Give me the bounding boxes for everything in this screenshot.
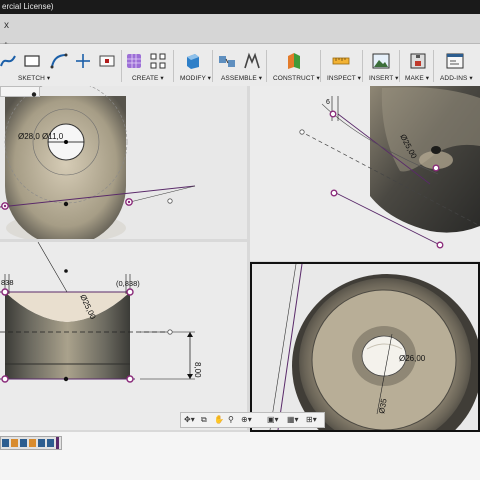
make-3dprint-icon[interactable] [409,52,427,70]
close-tab-icon[interactable]: x [4,20,9,31]
title-bar: ercial License) [0,0,480,14]
sketch-point[interactable] [1,375,9,383]
sketch-point[interactable] [1,288,9,296]
insert-image-icon[interactable] [372,52,390,70]
addins-scripts-icon[interactable] [446,52,464,70]
sketch-line-icon[interactable] [74,52,92,70]
construction-line [269,264,297,430]
viewport-top[interactable]: Ø28,0 Ø11,0 [0,86,247,239]
fit-icon[interactable]: ⊕▾ [241,415,252,424]
assemble-menu-label[interactable]: ASSEMBLE ▾ [221,74,262,82]
timeline-sketch-icon[interactable] [20,439,27,447]
viewport-front-canvas: Ø25,00 838 (0,838) 8,00 [0,242,202,383]
pan-icon[interactable]: ✋ [214,415,224,424]
viewport-perspective-active[interactable]: Ø26,00 Ø35 [250,262,480,432]
ribbon-toolbar: SKETCH ▾ CREATE ▾ MODIFY ▾ ASSEMBLE ▾ CO… [0,44,480,87]
timeline-extrude-icon[interactable] [11,439,18,447]
sketch-point[interactable] [432,164,440,172]
toolbar-separator [433,50,434,82]
timeline-extrude-icon[interactable] [29,439,36,447]
display-settings-icon[interactable]: ▣▾ [267,415,279,424]
diameter-dimension-text: Ø28,0 Ø11,0 [18,132,64,141]
viewport-label-tab[interactable] [0,86,40,97]
small-dimension-text: 6 [326,99,330,106]
modify-menu-label[interactable]: MODIFY ▾ [180,74,211,82]
sketch-menu-label[interactable]: SKETCH ▾ [18,74,50,82]
sketch-point[interactable] [330,189,338,197]
sketch-rectangle-icon[interactable] [23,52,41,70]
sketch-point[interactable] [126,375,134,383]
sketch-arc-icon[interactable] [50,52,68,70]
sketch-point[interactable] [167,329,173,335]
timeline-sketch-icon[interactable] [38,439,45,447]
inspect-menu-label[interactable]: INSPECT ▾ [327,74,361,82]
left-dimension-text: 838 [1,278,14,287]
sketch-spline-icon[interactable] [0,52,16,70]
toolbar-separator [121,50,122,82]
window-title: ercial License) [2,2,54,11]
viewport-perspective-canvas: Ø26,00 Ø35 [269,264,478,430]
sketch-point[interactable] [167,198,173,204]
construct-plane-icon[interactable] [285,52,303,70]
insert-menu-label[interactable]: INSERT ▾ [369,74,398,82]
sketch-point[interactable] [64,269,68,273]
modify-pressPull-icon[interactable] [183,52,201,70]
inspect-measure-icon[interactable] [332,52,350,70]
sketch-point[interactable] [63,201,69,207]
sketch-point[interactable] [436,241,444,249]
create-sketch-icon[interactable] [149,52,167,70]
leader-line [37,242,68,293]
look-at-icon[interactable]: ⧉ [201,415,207,425]
inner-diameter-text: Ø26,00 [399,354,426,363]
viewports-icon[interactable]: ⊞▾ [306,415,317,424]
assemble-joint-icon[interactable] [243,52,261,70]
quad-viewport-area: Ø28,0 Ø11,0 6 Ø25,00 Ø25,00 838 (0,838) … [0,86,480,432]
make-menu-label[interactable]: MAKE ▾ [405,74,429,82]
timeline-bar[interactable] [0,436,62,450]
sketch-stop-icon[interactable] [98,52,116,70]
center-point [64,140,68,144]
app-window: { "window": {"title_fragment": "ercial L… [0,0,480,480]
document-tab-strip: x + [0,14,480,51]
toolbar-separator [362,50,363,82]
right-dimension-text: (0,838) [116,279,140,288]
timeline-panel [0,432,480,480]
viewport-iso[interactable]: 6 Ø25,00 [250,86,480,261]
height-dimension-text: 8,00 [193,362,202,378]
create-menu-label[interactable]: CREATE ▾ [132,74,164,82]
part-body-iso [370,86,480,233]
sketch-point[interactable] [63,376,69,382]
assemble-component-icon[interactable] [218,52,236,70]
sketch-point[interactable] [329,110,337,118]
timeline-sketch-icon[interactable] [2,439,9,447]
toolbar-separator [320,50,321,82]
sketch-line-ext [129,185,196,203]
sketch-point[interactable] [299,129,305,135]
addins-menu-label[interactable]: ADD-INS ▾ [440,74,473,82]
toolbar-separator [212,50,213,82]
create-form-icon[interactable] [125,52,143,70]
cylinder-top-face [5,96,126,239]
viewport-top-canvas: Ø28,0 Ø11,0 [0,86,196,239]
part-body-front [5,292,130,379]
timeline-sketch-icon[interactable] [47,439,54,447]
navigation-bar: ✥▾ ⧉ ✋ ⚲ ⊕▾ ▣▾ ▦▾ ⊞▾ [180,412,325,428]
construct-menu-label[interactable]: CONSTRUCT ▾ [273,74,320,82]
toolbar-separator [173,50,174,82]
viewport-front[interactable]: Ø25,00 838 (0,838) 8,00 [0,242,247,430]
timeline-marker[interactable] [56,437,59,449]
grid-settings-icon[interactable]: ▦▾ [287,415,299,424]
zoom-icon[interactable]: ⚲ [228,415,234,424]
toolbar-separator [399,50,400,82]
toolbar-separator [266,50,267,82]
orbit-icon[interactable]: ✥▾ [184,415,195,424]
sketch-point[interactable] [126,288,134,296]
viewport-iso-canvas: 6 Ø25,00 [299,86,480,249]
